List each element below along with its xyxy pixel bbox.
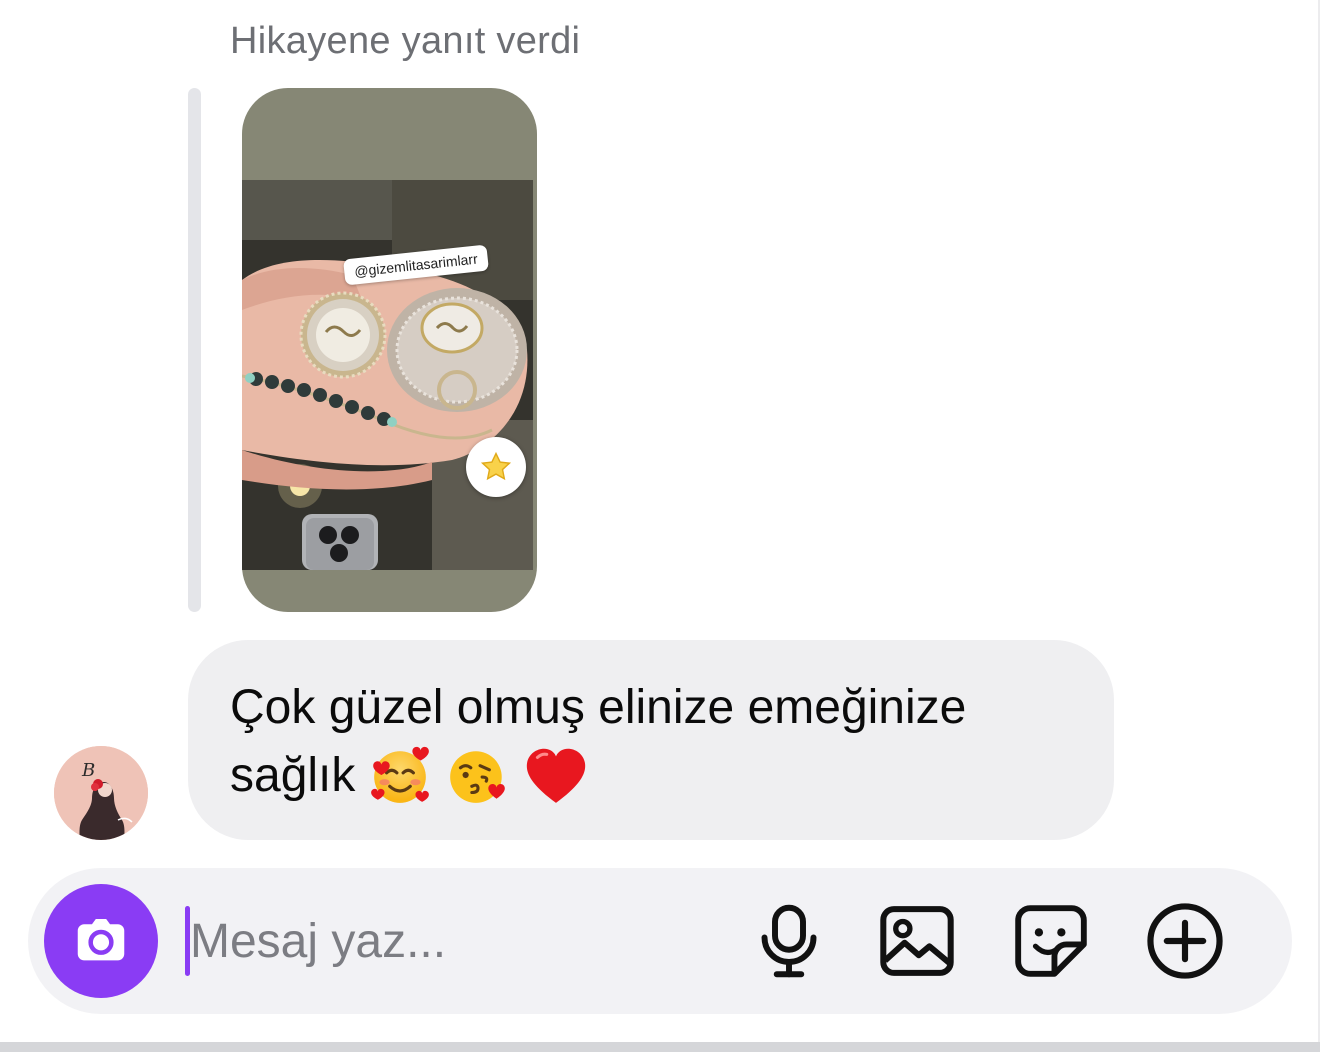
gallery-button[interactable] [874,898,960,984]
add-button[interactable] [1142,898,1228,984]
face-blowing-a-kiss-emoji [450,751,506,803]
smiling-face-with-hearts-emoji [371,746,430,803]
star-icon [480,451,512,481]
story-reply-label: Hikayene yanıt verdi [230,20,581,62]
story-photo-illustration [242,180,533,570]
sticker-button[interactable] [1008,898,1094,984]
sticker-icon [1015,905,1087,977]
message-input[interactable] [190,906,730,976]
story-photo: @gizemlitasarimlarr [242,180,533,570]
microphone-icon [761,904,817,978]
avatar[interactable]: B [54,746,148,840]
quote-bar [188,88,201,612]
camera-button[interactable] [44,884,158,998]
microphone-button[interactable] [746,898,832,984]
message-line-1: Çok güzel olmuş elinize emeğinize [230,681,967,734]
svg-text:B: B [81,760,95,781]
message-composer [28,868,1292,1014]
message-line-2-row: sağlık [230,742,1070,810]
home-indicator-strip [0,1042,1320,1052]
star-badge[interactable] [466,437,526,497]
red-heart-emoji [527,748,586,803]
message-line-2: sağlık [230,749,356,802]
dm-thread-screen: Hikayene yanıt verdi @gizemlitasarimlarr… [0,0,1320,1052]
story-preview[interactable]: @gizemlitasarimlarr [242,88,537,612]
avatar-image: B [54,746,148,840]
message-bubble[interactable]: Çok güzel olmuş elinize emeğinize sağlık [188,640,1114,840]
plus-icon [1147,903,1223,979]
camera-icon [77,919,125,961]
gallery-icon [880,906,954,976]
